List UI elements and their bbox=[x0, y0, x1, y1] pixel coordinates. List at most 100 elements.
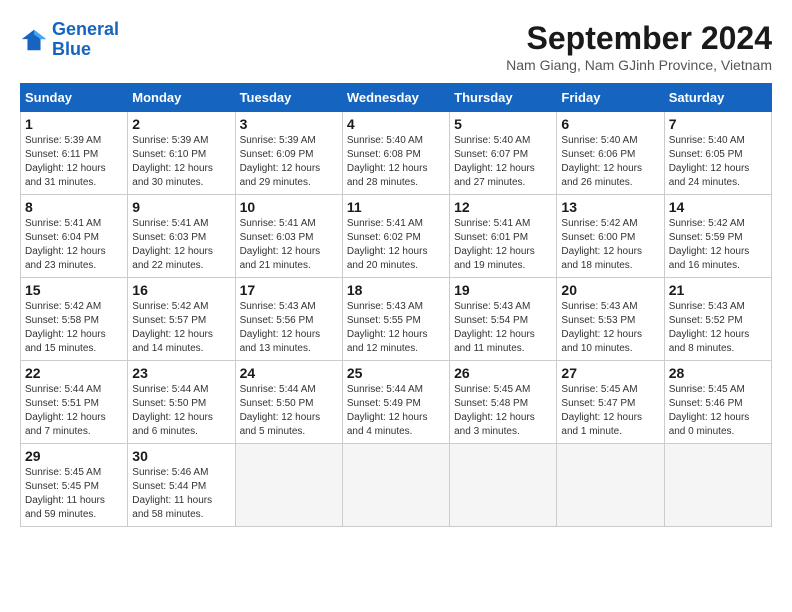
calendar-day-cell: 25 Sunrise: 5:44 AMSunset: 5:49 PMDayligh… bbox=[342, 361, 449, 444]
calendar-day-cell: 20 Sunrise: 5:43 AMSunset: 5:53 PMDayligh… bbox=[557, 278, 664, 361]
logo: General Blue bbox=[20, 20, 119, 60]
calendar-day-cell bbox=[664, 444, 771, 527]
calendar-day-cell: 29 Sunrise: 5:45 AMSunset: 5:45 PMDayligh… bbox=[21, 444, 128, 527]
day-info: Sunrise: 5:42 AMSunset: 6:00 PMDaylight:… bbox=[561, 217, 659, 273]
calendar-week-row: 8Sunrise: 5:41 AMSunset: 6:04 PMDaylight… bbox=[21, 195, 772, 278]
calendar-day-cell: 3 Sunrise: 5:39 AMSunset: 6:09 PMDaylight… bbox=[235, 112, 342, 195]
calendar-week-row: 29 Sunrise: 5:45 AMSunset: 5:45 PMDayligh… bbox=[21, 444, 772, 527]
day-number: 10 bbox=[240, 199, 338, 215]
day-info: Sunrise: 5:41 AMSunset: 6:04 PMDaylight:… bbox=[25, 217, 123, 273]
calendar-header-thursday: Thursday bbox=[450, 84, 557, 112]
calendar-day-cell: 5 Sunrise: 5:40 AMSunset: 6:07 PMDaylight… bbox=[450, 112, 557, 195]
day-info: Sunrise: 5:44 AMSunset: 5:50 PMDaylight:… bbox=[240, 383, 338, 439]
day-info: Sunrise: 5:39 AMSunset: 6:10 PMDaylight:… bbox=[132, 134, 230, 190]
day-info: Sunrise: 5:45 AMSunset: 5:46 PMDaylight:… bbox=[669, 383, 767, 439]
day-number: 14 bbox=[669, 199, 767, 215]
calendar-day-cell: 24Sunrise: 5:44 AMSunset: 5:50 PMDayligh… bbox=[235, 361, 342, 444]
calendar-day-cell: 11 Sunrise: 5:41 AMSunset: 6:02 PMDayligh… bbox=[342, 195, 449, 278]
day-number: 27 bbox=[561, 365, 659, 381]
calendar-day-cell: 18 Sunrise: 5:43 AMSunset: 5:55 PMDayligh… bbox=[342, 278, 449, 361]
day-number: 1 bbox=[25, 116, 123, 132]
day-number: 9 bbox=[132, 199, 230, 215]
logo-icon bbox=[20, 26, 48, 54]
calendar-header-saturday: Saturday bbox=[664, 84, 771, 112]
day-info: Sunrise: 5:40 AMSunset: 6:08 PMDaylight:… bbox=[347, 134, 445, 190]
calendar-day-cell: 2 Sunrise: 5:39 AMSunset: 6:10 PMDaylight… bbox=[128, 112, 235, 195]
day-number: 30 bbox=[132, 448, 230, 464]
day-info: Sunrise: 5:44 AMSunset: 5:50 PMDaylight:… bbox=[132, 383, 230, 439]
day-number: 19 bbox=[454, 282, 552, 298]
calendar-day-cell bbox=[557, 444, 664, 527]
calendar-header-friday: Friday bbox=[557, 84, 664, 112]
calendar-day-cell: 8Sunrise: 5:41 AMSunset: 6:04 PMDaylight… bbox=[21, 195, 128, 278]
day-number: 17 bbox=[240, 282, 338, 298]
day-info: Sunrise: 5:44 AMSunset: 5:51 PMDaylight:… bbox=[25, 383, 123, 439]
day-info: Sunrise: 5:42 AMSunset: 5:58 PMDaylight:… bbox=[25, 300, 123, 356]
day-info: Sunrise: 5:39 AMSunset: 6:09 PMDaylight:… bbox=[240, 134, 338, 190]
calendar-week-row: 22 Sunrise: 5:44 AMSunset: 5:51 PMDayligh… bbox=[21, 361, 772, 444]
logo-text: General Blue bbox=[52, 20, 119, 60]
calendar-header-tuesday: Tuesday bbox=[235, 84, 342, 112]
day-info: Sunrise: 5:41 AMSunset: 6:03 PMDaylight:… bbox=[132, 217, 230, 273]
day-info: Sunrise: 5:46 AMSunset: 5:44 PMDaylight:… bbox=[132, 466, 230, 522]
day-info: Sunrise: 5:42 AMSunset: 5:59 PMDaylight:… bbox=[669, 217, 767, 273]
day-number: 13 bbox=[561, 199, 659, 215]
calendar-day-cell: 4Sunrise: 5:40 AMSunset: 6:08 PMDaylight… bbox=[342, 112, 449, 195]
day-info: Sunrise: 5:39 AMSunset: 6:11 PMDaylight:… bbox=[25, 134, 123, 190]
day-number: 18 bbox=[347, 282, 445, 298]
calendar-day-cell: 28 Sunrise: 5:45 AMSunset: 5:46 PMDayligh… bbox=[664, 361, 771, 444]
day-number: 3 bbox=[240, 116, 338, 132]
day-number: 28 bbox=[669, 365, 767, 381]
calendar-day-cell: 6Sunrise: 5:40 AMSunset: 6:06 PMDaylight… bbox=[557, 112, 664, 195]
day-info: Sunrise: 5:43 AMSunset: 5:54 PMDaylight:… bbox=[454, 300, 552, 356]
calendar-day-cell: 17 Sunrise: 5:43 AMSunset: 5:56 PMDayligh… bbox=[235, 278, 342, 361]
day-number: 5 bbox=[454, 116, 552, 132]
day-info: Sunrise: 5:40 AMSunset: 6:06 PMDaylight:… bbox=[561, 134, 659, 190]
day-number: 29 bbox=[25, 448, 123, 464]
calendar-header-sunday: Sunday bbox=[21, 84, 128, 112]
calendar-day-cell: 16 Sunrise: 5:42 AMSunset: 5:57 PMDayligh… bbox=[128, 278, 235, 361]
location-subtitle: Nam Giang, Nam GJinh Province, Vietnam bbox=[506, 57, 772, 73]
day-number: 25 bbox=[347, 365, 445, 381]
calendar-week-row: 1 Sunrise: 5:39 AMSunset: 6:11 PMDaylight… bbox=[21, 112, 772, 195]
day-info: Sunrise: 5:42 AMSunset: 5:57 PMDaylight:… bbox=[132, 300, 230, 356]
title-section: September 2024 Nam Giang, Nam GJinh Prov… bbox=[506, 20, 772, 73]
day-info: Sunrise: 5:40 AMSunset: 6:07 PMDaylight:… bbox=[454, 134, 552, 190]
day-info: Sunrise: 5:41 AMSunset: 6:03 PMDaylight:… bbox=[240, 217, 338, 273]
calendar-day-cell: 26 Sunrise: 5:45 AMSunset: 5:48 PMDayligh… bbox=[450, 361, 557, 444]
calendar-day-cell: 10 Sunrise: 5:41 AMSunset: 6:03 PMDayligh… bbox=[235, 195, 342, 278]
day-info: Sunrise: 5:43 AMSunset: 5:56 PMDaylight:… bbox=[240, 300, 338, 356]
day-number: 11 bbox=[347, 199, 445, 215]
calendar-day-cell: 7Sunrise: 5:40 AMSunset: 6:05 PMDaylight… bbox=[664, 112, 771, 195]
day-number: 23 bbox=[132, 365, 230, 381]
day-info: Sunrise: 5:43 AMSunset: 5:53 PMDaylight:… bbox=[561, 300, 659, 356]
calendar-day-cell: 21Sunrise: 5:43 AMSunset: 5:52 PMDayligh… bbox=[664, 278, 771, 361]
day-number: 15 bbox=[25, 282, 123, 298]
calendar-day-cell bbox=[450, 444, 557, 527]
calendar-day-cell: 22 Sunrise: 5:44 AMSunset: 5:51 PMDayligh… bbox=[21, 361, 128, 444]
calendar-day-cell: 1 Sunrise: 5:39 AMSunset: 6:11 PMDaylight… bbox=[21, 112, 128, 195]
day-info: Sunrise: 5:43 AMSunset: 5:55 PMDaylight:… bbox=[347, 300, 445, 356]
calendar-week-row: 15 Sunrise: 5:42 AMSunset: 5:58 PMDayligh… bbox=[21, 278, 772, 361]
day-info: Sunrise: 5:45 AMSunset: 5:45 PMDaylight:… bbox=[25, 466, 123, 522]
calendar-day-cell: 13 Sunrise: 5:42 AMSunset: 6:00 PMDayligh… bbox=[557, 195, 664, 278]
day-info: Sunrise: 5:41 AMSunset: 6:02 PMDaylight:… bbox=[347, 217, 445, 273]
day-info: Sunrise: 5:45 AMSunset: 5:48 PMDaylight:… bbox=[454, 383, 552, 439]
day-info: Sunrise: 5:45 AMSunset: 5:47 PMDaylight:… bbox=[561, 383, 659, 439]
calendar-header-wednesday: Wednesday bbox=[342, 84, 449, 112]
calendar-day-cell bbox=[235, 444, 342, 527]
calendar-day-cell: 27 Sunrise: 5:45 AMSunset: 5:47 PMDayligh… bbox=[557, 361, 664, 444]
calendar-day-cell: 23 Sunrise: 5:44 AMSunset: 5:50 PMDayligh… bbox=[128, 361, 235, 444]
calendar-table: SundayMondayTuesdayWednesdayThursdayFrid… bbox=[20, 83, 772, 527]
calendar-day-cell: 19 Sunrise: 5:43 AMSunset: 5:54 PMDayligh… bbox=[450, 278, 557, 361]
day-number: 2 bbox=[132, 116, 230, 132]
day-number: 16 bbox=[132, 282, 230, 298]
day-info: Sunrise: 5:40 AMSunset: 6:05 PMDaylight:… bbox=[669, 134, 767, 190]
page-header: General Blue September 2024 Nam Giang, N… bbox=[20, 20, 772, 73]
day-info: Sunrise: 5:44 AMSunset: 5:49 PMDaylight:… bbox=[347, 383, 445, 439]
day-number: 20 bbox=[561, 282, 659, 298]
calendar-day-cell bbox=[342, 444, 449, 527]
day-number: 26 bbox=[454, 365, 552, 381]
month-title: September 2024 bbox=[506, 20, 772, 57]
day-number: 22 bbox=[25, 365, 123, 381]
